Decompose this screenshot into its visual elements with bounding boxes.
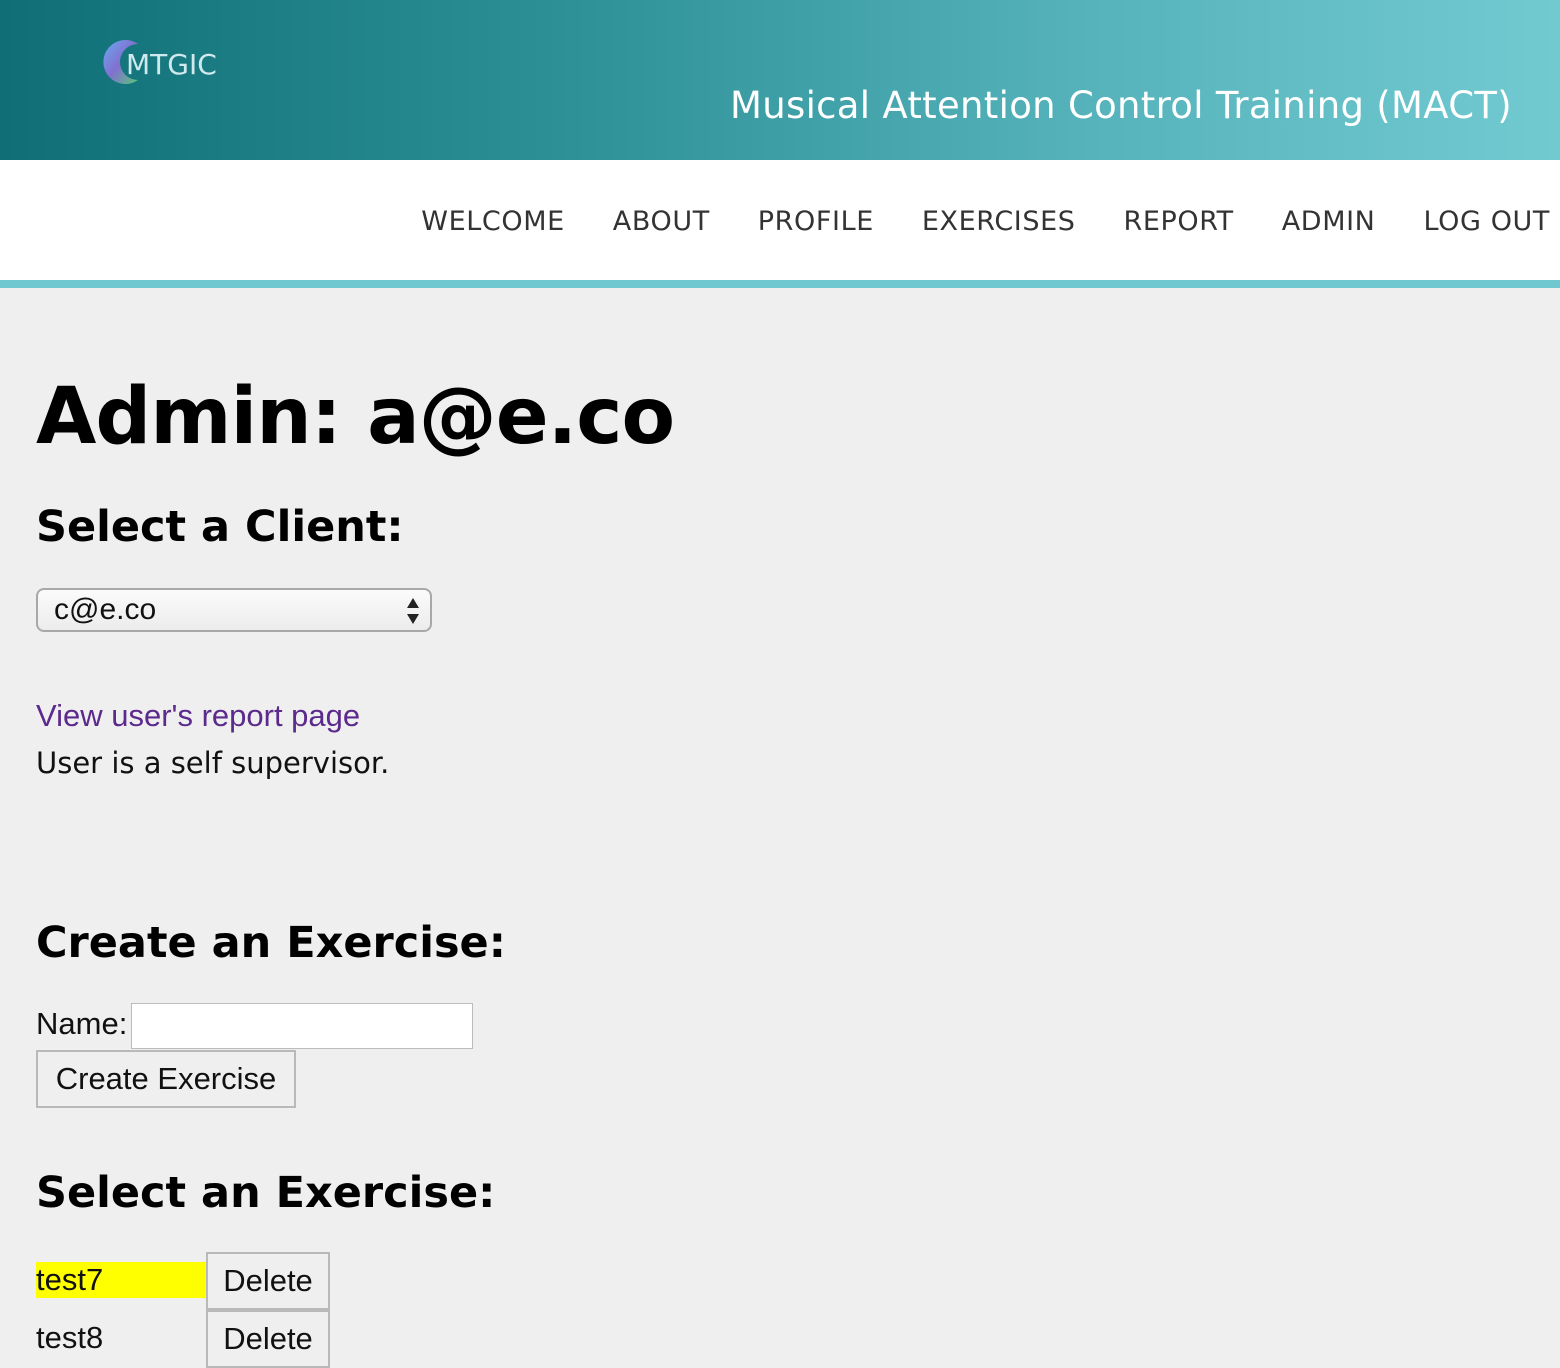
delete-exercise-button[interactable]: Delete bbox=[206, 1252, 330, 1310]
header-banner: MTGIC Musical Attention Control Training… bbox=[0, 0, 1560, 160]
name-label: Name: bbox=[36, 1006, 128, 1041]
create-exercise-heading: Create an Exercise: bbox=[36, 918, 506, 968]
nav-item-about[interactable]: ABOUT bbox=[613, 206, 710, 237]
exercise-row: test8 Delete bbox=[36, 1310, 336, 1368]
exercise-name[interactable]: test7 bbox=[36, 1262, 206, 1298]
exercise-name-input[interactable] bbox=[131, 1003, 473, 1049]
nav-item-profile[interactable]: PROFILE bbox=[758, 206, 874, 237]
client-select-value: c@e.co bbox=[54, 593, 157, 626]
client-select[interactable]: c@e.co bbox=[36, 588, 432, 632]
delete-exercise-button[interactable]: Delete bbox=[206, 1310, 330, 1368]
site-logo[interactable]: MTGIC bbox=[100, 34, 230, 94]
nav-item-logout[interactable]: LOG OUT bbox=[1423, 206, 1550, 237]
nav-item-welcome[interactable]: WELCOME bbox=[421, 206, 564, 237]
create-exercise-button[interactable]: Create Exercise bbox=[36, 1050, 296, 1108]
nav-item-report[interactable]: REPORT bbox=[1123, 206, 1233, 237]
main-nav: WELCOME ABOUT PROFILE EXERCISES REPORT A… bbox=[0, 160, 1560, 288]
select-exercise-heading: Select an Exercise: bbox=[36, 1168, 496, 1218]
nav-list: WELCOME ABOUT PROFILE EXERCISES REPORT A… bbox=[373, 206, 1550, 237]
nav-item-admin[interactable]: ADMIN bbox=[1282, 206, 1376, 237]
exercise-name[interactable]: test8 bbox=[36, 1320, 206, 1356]
nav-item-exercises[interactable]: EXERCISES bbox=[922, 206, 1076, 237]
exercise-row: test7 Delete bbox=[36, 1252, 336, 1310]
page-title: Admin: a@e.co bbox=[36, 372, 675, 462]
logo-text: MTGIC bbox=[126, 48, 217, 81]
supervisor-status: User is a self supervisor. bbox=[36, 746, 390, 780]
site-title: Musical Attention Control Training (MACT… bbox=[730, 84, 1512, 127]
view-report-link[interactable]: View user's report page bbox=[36, 698, 360, 734]
select-arrows-icon bbox=[407, 598, 419, 624]
select-client-heading: Select a Client: bbox=[36, 502, 404, 552]
